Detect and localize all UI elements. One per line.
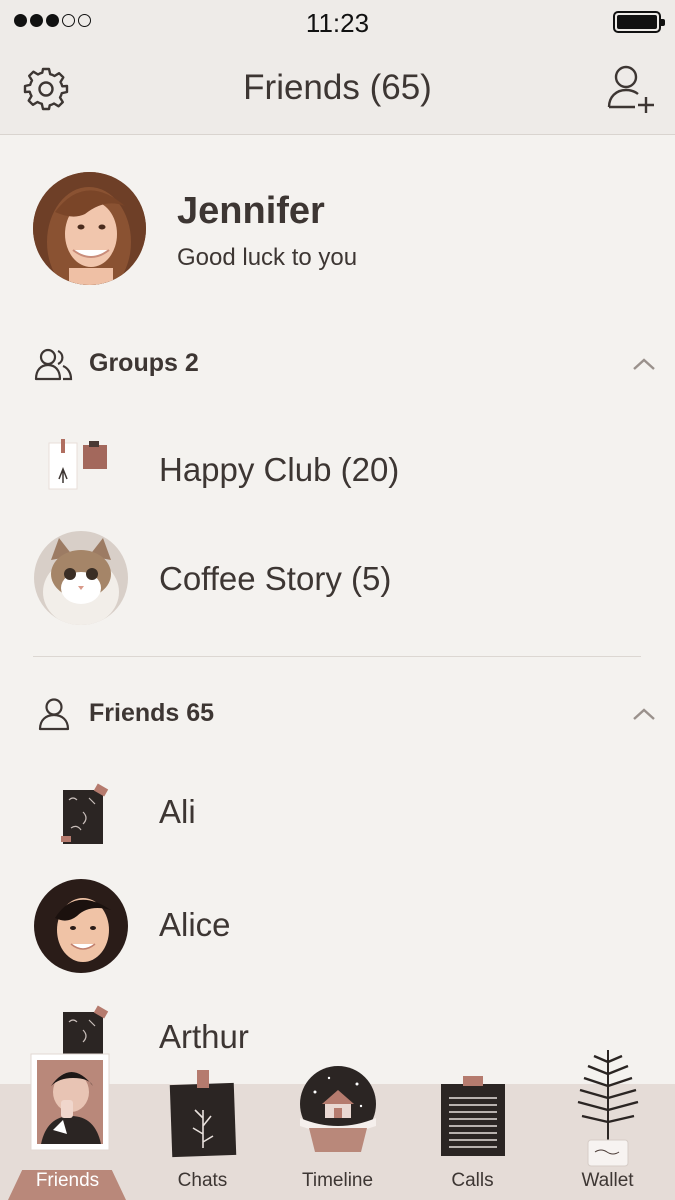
tab-label: Friends xyxy=(35,1170,100,1191)
wallet-tab-icon xyxy=(577,1050,638,1167)
groups-section-label: Groups 2 xyxy=(89,349,199,377)
friend-row-alice[interactable]: Alice xyxy=(0,878,675,978)
bottom-tab-bar: Friends Chats Timeline Calls Wallet xyxy=(0,1050,675,1200)
friend-row-ali[interactable]: Ali xyxy=(0,768,675,868)
group-row-coffee-story[interactable]: Coffee Story (5) xyxy=(0,530,675,630)
group-thumbnail xyxy=(48,439,107,490)
chats-tab-icon xyxy=(169,1070,236,1158)
friend-avatar xyxy=(61,783,109,844)
person-icon xyxy=(38,698,70,731)
profile-name[interactable]: Jennifer xyxy=(177,190,325,233)
tab-calls[interactable]: Calls xyxy=(405,1076,540,1200)
friends-section-header[interactable]: Friends 65 xyxy=(0,684,675,744)
tab-label: Timeline xyxy=(301,1170,374,1191)
battery-icon xyxy=(613,11,665,33)
tab-friends[interactable]: Friends xyxy=(0,1053,135,1200)
group-avatar xyxy=(34,531,128,625)
group-name: Happy Club (20) xyxy=(159,451,400,488)
friend-name: Arthur xyxy=(159,1018,249,1055)
add-friend-icon[interactable] xyxy=(605,63,657,115)
group-row-happy-club[interactable]: Happy Club (20) xyxy=(0,421,675,521)
groups-section-header[interactable]: Groups 2 xyxy=(0,334,675,394)
profile-avatar[interactable] xyxy=(33,172,146,285)
friends-tab-icon xyxy=(30,1053,110,1151)
section-divider xyxy=(33,656,641,657)
nav-header: Friends (65) xyxy=(0,44,675,135)
timeline-tab-icon xyxy=(299,1066,376,1152)
tab-label: Wallet xyxy=(581,1170,634,1191)
status-bar: 11:23 xyxy=(0,0,675,44)
page-title: Friends (65) xyxy=(243,68,432,107)
status-time: 11:23 xyxy=(305,8,370,38)
friend-avatar xyxy=(34,879,128,973)
tab-label: Chats xyxy=(177,1170,228,1191)
friend-name: Alice xyxy=(159,906,231,943)
friend-name: Ali xyxy=(159,793,196,830)
friends-section-label: Friends 65 xyxy=(89,699,215,727)
chevron-up-icon[interactable] xyxy=(630,354,658,374)
chevron-up-icon[interactable] xyxy=(630,704,658,724)
group-name: Coffee Story (5) xyxy=(159,560,392,597)
profile-status-message: Good luck to you xyxy=(177,244,358,271)
tab-label: Calls xyxy=(451,1170,494,1191)
tab-timeline[interactable]: Timeline xyxy=(270,1066,405,1200)
tab-wallet[interactable]: Wallet xyxy=(540,1050,675,1200)
calls-tab-icon xyxy=(440,1076,505,1156)
tab-chats[interactable]: Chats xyxy=(135,1070,270,1200)
group-icon xyxy=(34,348,73,381)
